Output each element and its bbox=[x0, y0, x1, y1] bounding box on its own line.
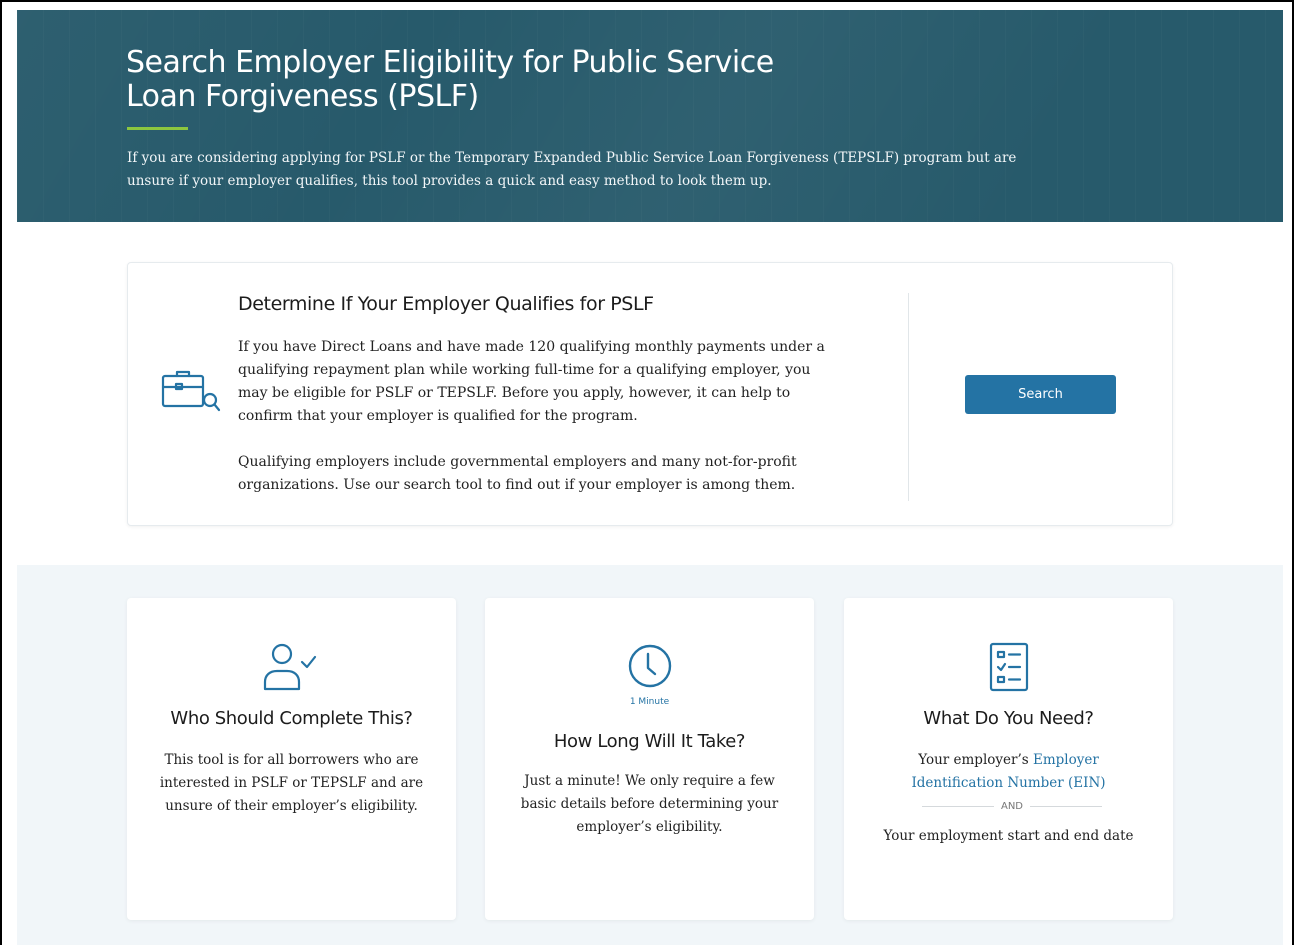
person-check-icon bbox=[263, 643, 316, 691]
clock-icon-label: 1 Minute bbox=[629, 697, 670, 707]
info-card-text-2: Your employment start and end date bbox=[883, 828, 1134, 844]
page-header: Search Employer Eligibility for Public S… bbox=[17, 10, 1283, 222]
page-title: Search Employer Eligibility for Public S… bbox=[126, 45, 774, 114]
info-card-who: Who Should Complete This? This tool is f… bbox=[127, 598, 456, 920]
checklist-icon bbox=[989, 642, 1028, 692]
qualify-card-title: Determine If Your Employer Qualifies for… bbox=[238, 293, 654, 315]
briefcase-search-icon bbox=[161, 370, 221, 412]
and-separator: AND bbox=[922, 801, 1102, 812]
info-card-text: Just a minute! We only require a few bas… bbox=[520, 773, 779, 835]
info-card-title: How Long Will It Take? bbox=[553, 731, 746, 752]
info-card-how-long: 1 Minute How Long Will It Take? Just a m… bbox=[485, 598, 814, 920]
info-card-title: What Do You Need? bbox=[923, 708, 1094, 729]
ein-prefix-text: Your employer’s bbox=[918, 752, 1029, 768]
qualify-card: Determine If Your Employer Qualifies for… bbox=[127, 262, 1173, 526]
info-card-title: Who Should Complete This? bbox=[170, 708, 413, 729]
info-card-what-need: What Do You Need? Your employer’s Employ… bbox=[844, 598, 1173, 920]
search-button[interactable]: Search bbox=[965, 375, 1116, 414]
separator-line-right bbox=[1030, 806, 1102, 807]
card-divider bbox=[908, 293, 909, 501]
info-card-text: Your employer’s Employer Identification … bbox=[872, 749, 1145, 795]
separator-line-left bbox=[922, 806, 994, 807]
qualify-card-paragraph-1: If you have Direct Loans and have made 1… bbox=[238, 339, 825, 424]
clock-icon bbox=[628, 644, 671, 688]
info-card-text: This tool is for all borrowers who are i… bbox=[159, 752, 424, 814]
page-description: If you are considering applying for PSLF… bbox=[127, 150, 1017, 189]
title-accent-rule bbox=[127, 127, 188, 130]
and-label: AND bbox=[1000, 801, 1024, 812]
qualify-card-paragraph-2: Qualifying employers include governmenta… bbox=[238, 454, 797, 493]
